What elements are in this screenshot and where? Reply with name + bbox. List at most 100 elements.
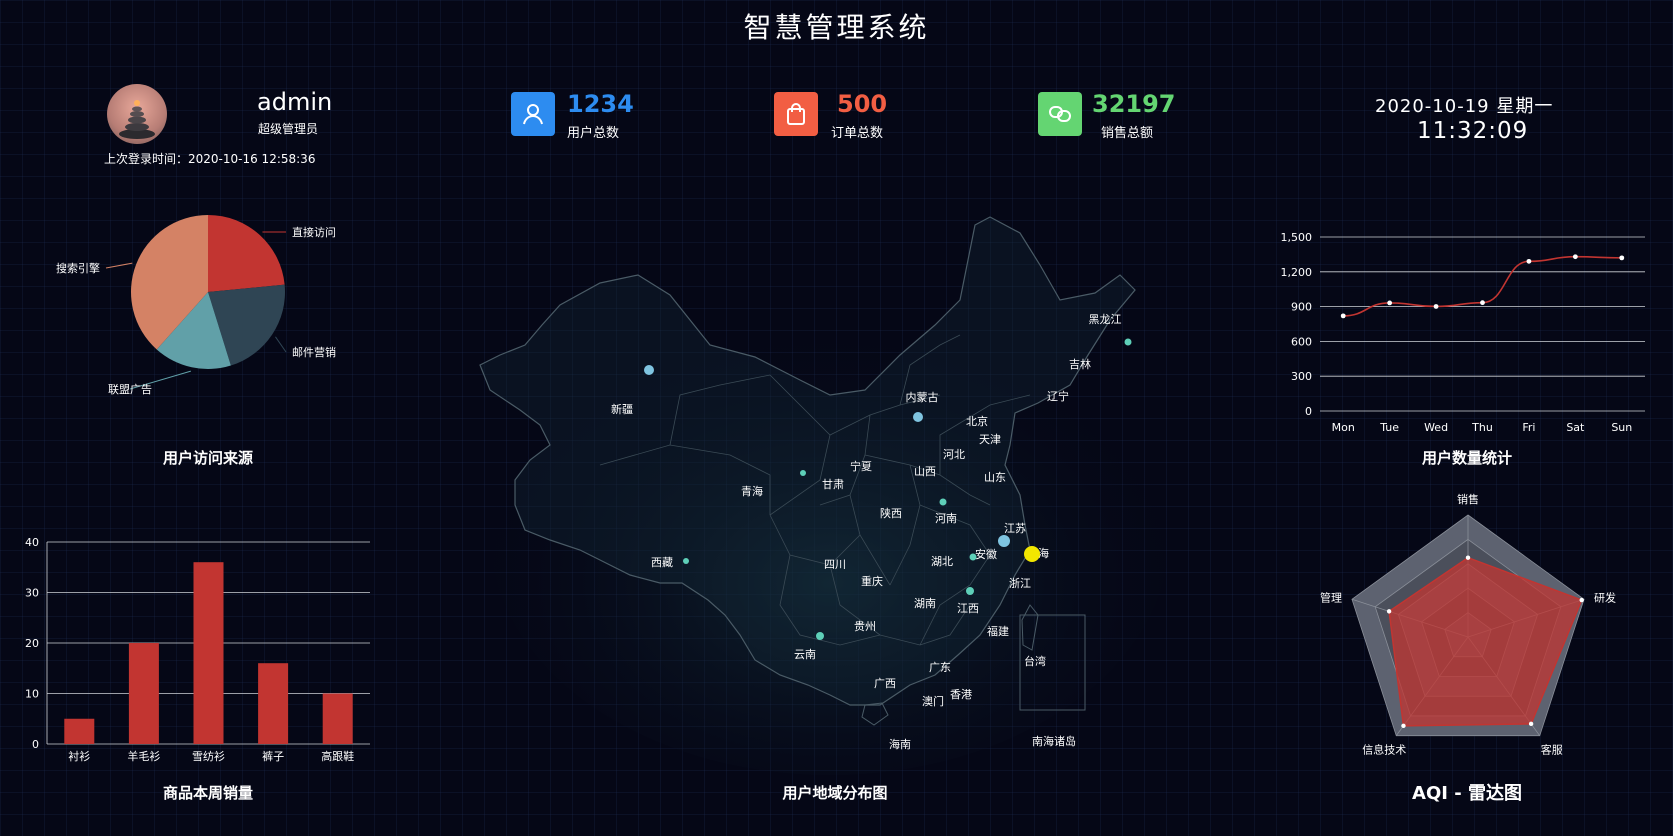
- province-label: 山东: [984, 471, 1006, 484]
- map-data-point[interactable]: [913, 412, 923, 422]
- bar[interactable]: [322, 693, 353, 745]
- line-point[interactable]: [1526, 258, 1532, 264]
- province-label: 内蒙古: [906, 390, 939, 404]
- radar-point[interactable]: [1528, 721, 1534, 727]
- line-series[interactable]: [1343, 255, 1622, 317]
- line-y-tick: 1,500: [1281, 231, 1313, 244]
- pie-label: 直接访问: [292, 225, 336, 239]
- province-label: 江西: [957, 602, 979, 615]
- user-total-label: 用户总数: [567, 126, 620, 141]
- aqi-radar-chart: 销售研发客服 信息技术 管理: [1320, 492, 1616, 757]
- line-y-tick: 900: [1291, 301, 1312, 314]
- pie-chart-title: 用户访问来源: [162, 449, 253, 467]
- avatar: [107, 84, 167, 144]
- province-label: 海南: [889, 737, 911, 751]
- pie-slice[interactable]: [208, 215, 285, 292]
- province-label: 辽宁: [1047, 389, 1069, 403]
- province-label: 山西: [914, 465, 936, 478]
- bar-x-tick: 羊毛衫: [127, 749, 160, 763]
- line-point[interactable]: [1619, 255, 1625, 261]
- map-title: 用户地域分布图: [782, 784, 888, 802]
- bar-x-tick: 裤子: [262, 749, 284, 763]
- line-chart-title: 用户数量统计: [1421, 449, 1512, 467]
- user-total-value: 1234: [567, 90, 634, 118]
- line-y-tick: 0: [1305, 405, 1312, 418]
- pie-label-line: [275, 336, 287, 353]
- line-point[interactable]: [1433, 304, 1439, 309]
- line-point[interactable]: [1572, 254, 1578, 260]
- weekly-sales-bar-chart: 0 10 20 30 40 衬衫 羊毛衫 雪纺衫 裤子 高跟鞋: [25, 536, 370, 763]
- user-role: 超级管理员: [258, 122, 319, 136]
- page-title: 智慧管理系统: [743, 11, 930, 44]
- province-label: 贵州: [854, 620, 876, 633]
- bar-y-tick: 0: [32, 738, 39, 751]
- visit-source-pie-chart: 直接访问邮件营销联盟广告 搜索引擎: [56, 215, 336, 396]
- pie-label: 邮件营销: [292, 345, 336, 359]
- sales-total-label: 销售总额: [1101, 126, 1154, 141]
- province-label: 北京: [966, 414, 988, 428]
- radar-indicator-label: 销售: [1457, 492, 1479, 506]
- user-count-line-chart: 0 300 600 900 1,200 1,500 Mon Tue Wed Thu Fri Sat Su…: [1281, 231, 1645, 434]
- line-point[interactable]: [1340, 313, 1346, 319]
- map-data-point[interactable]: [683, 558, 689, 564]
- line-x-tick: Sat: [1566, 421, 1585, 434]
- line-x-tick: Sun: [1611, 421, 1632, 434]
- pie-label: 联盟广告: [108, 383, 152, 396]
- map-data-point[interactable]: [816, 632, 824, 640]
- sales-total-value: 32197: [1092, 90, 1176, 118]
- province-label: 四川: [824, 558, 846, 571]
- map-data-point[interactable]: [644, 365, 654, 375]
- order-total-value: 500: [837, 90, 888, 118]
- pie-label: 搜索引擎: [56, 261, 100, 275]
- province-label: 甘肃: [822, 478, 844, 491]
- map-data-point[interactable]: [998, 535, 1010, 547]
- bar[interactable]: [128, 643, 159, 744]
- radar-point[interactable]: [1386, 609, 1392, 614]
- radar-point[interactable]: [1401, 723, 1406, 729]
- stone-stack-image: [119, 100, 155, 139]
- map-data-point[interactable]: [939, 498, 947, 506]
- province-label: 湖北: [931, 555, 953, 568]
- map-data-point[interactable]: [800, 470, 806, 476]
- china-user-map[interactable]: 新疆西藏青海甘肃宁夏内蒙古黑龙江吉林辽宁北京天津河北山西陕西山东河南江苏安徽上海…: [470, 205, 1210, 775]
- province-label: 天津: [979, 433, 1001, 446]
- province-label: 香港: [950, 688, 972, 701]
- bar[interactable]: [64, 718, 95, 744]
- radar-point[interactable]: [1465, 555, 1471, 560]
- map-data-point[interactable]: [969, 553, 977, 561]
- line-point[interactable]: [1387, 300, 1393, 306]
- radar-indicator-label: 信息技术: [1362, 743, 1406, 757]
- line-point[interactable]: [1480, 300, 1485, 306]
- bar-y-tick: 30: [25, 587, 39, 600]
- line-x-tick: Thu: [1471, 421, 1493, 434]
- line-x-tick: Fri: [1522, 421, 1535, 434]
- province-label: 吉林: [1069, 357, 1091, 371]
- bar[interactable]: [258, 663, 289, 744]
- line-y-tick: 300: [1291, 370, 1312, 383]
- radar-point[interactable]: [1579, 597, 1584, 603]
- province-label: 湖南: [914, 597, 936, 610]
- province-label: 浙江: [1009, 577, 1031, 590]
- bar-x-tick: 高跟鞋: [321, 749, 354, 763]
- order-total-label: 订单总数: [831, 126, 884, 141]
- user-icon: [511, 92, 555, 136]
- province-label: 陕西: [880, 506, 902, 520]
- pie-label-line: [105, 262, 133, 269]
- map-data-point[interactable]: [1124, 338, 1132, 346]
- bar[interactable]: [193, 562, 224, 744]
- radar-indicator-label: 研发: [1594, 590, 1616, 604]
- province-label: 南海诸岛: [1032, 734, 1076, 748]
- current-time: 11:32:09: [1417, 118, 1529, 144]
- bar-x-tick: 衬衫: [68, 750, 90, 763]
- bar-y-tick: 10: [25, 688, 39, 701]
- last-login-time: 上次登录时间：2020-10-16 12:58:36: [104, 152, 316, 166]
- province-label: 黑龙江: [1089, 313, 1122, 326]
- radar-indicator-label: 管理: [1320, 590, 1342, 604]
- bar-x-tick: 雪纺衫: [192, 749, 225, 763]
- province-label: 青海: [741, 484, 763, 498]
- map-highlight-point[interactable]: [1024, 546, 1040, 562]
- province-label: 广东: [929, 661, 951, 674]
- bar-chart-title: 商品本周销量: [162, 784, 253, 802]
- radar-chart-title: AQI - 雷达图: [1412, 783, 1522, 804]
- map-data-point[interactable]: [966, 587, 974, 595]
